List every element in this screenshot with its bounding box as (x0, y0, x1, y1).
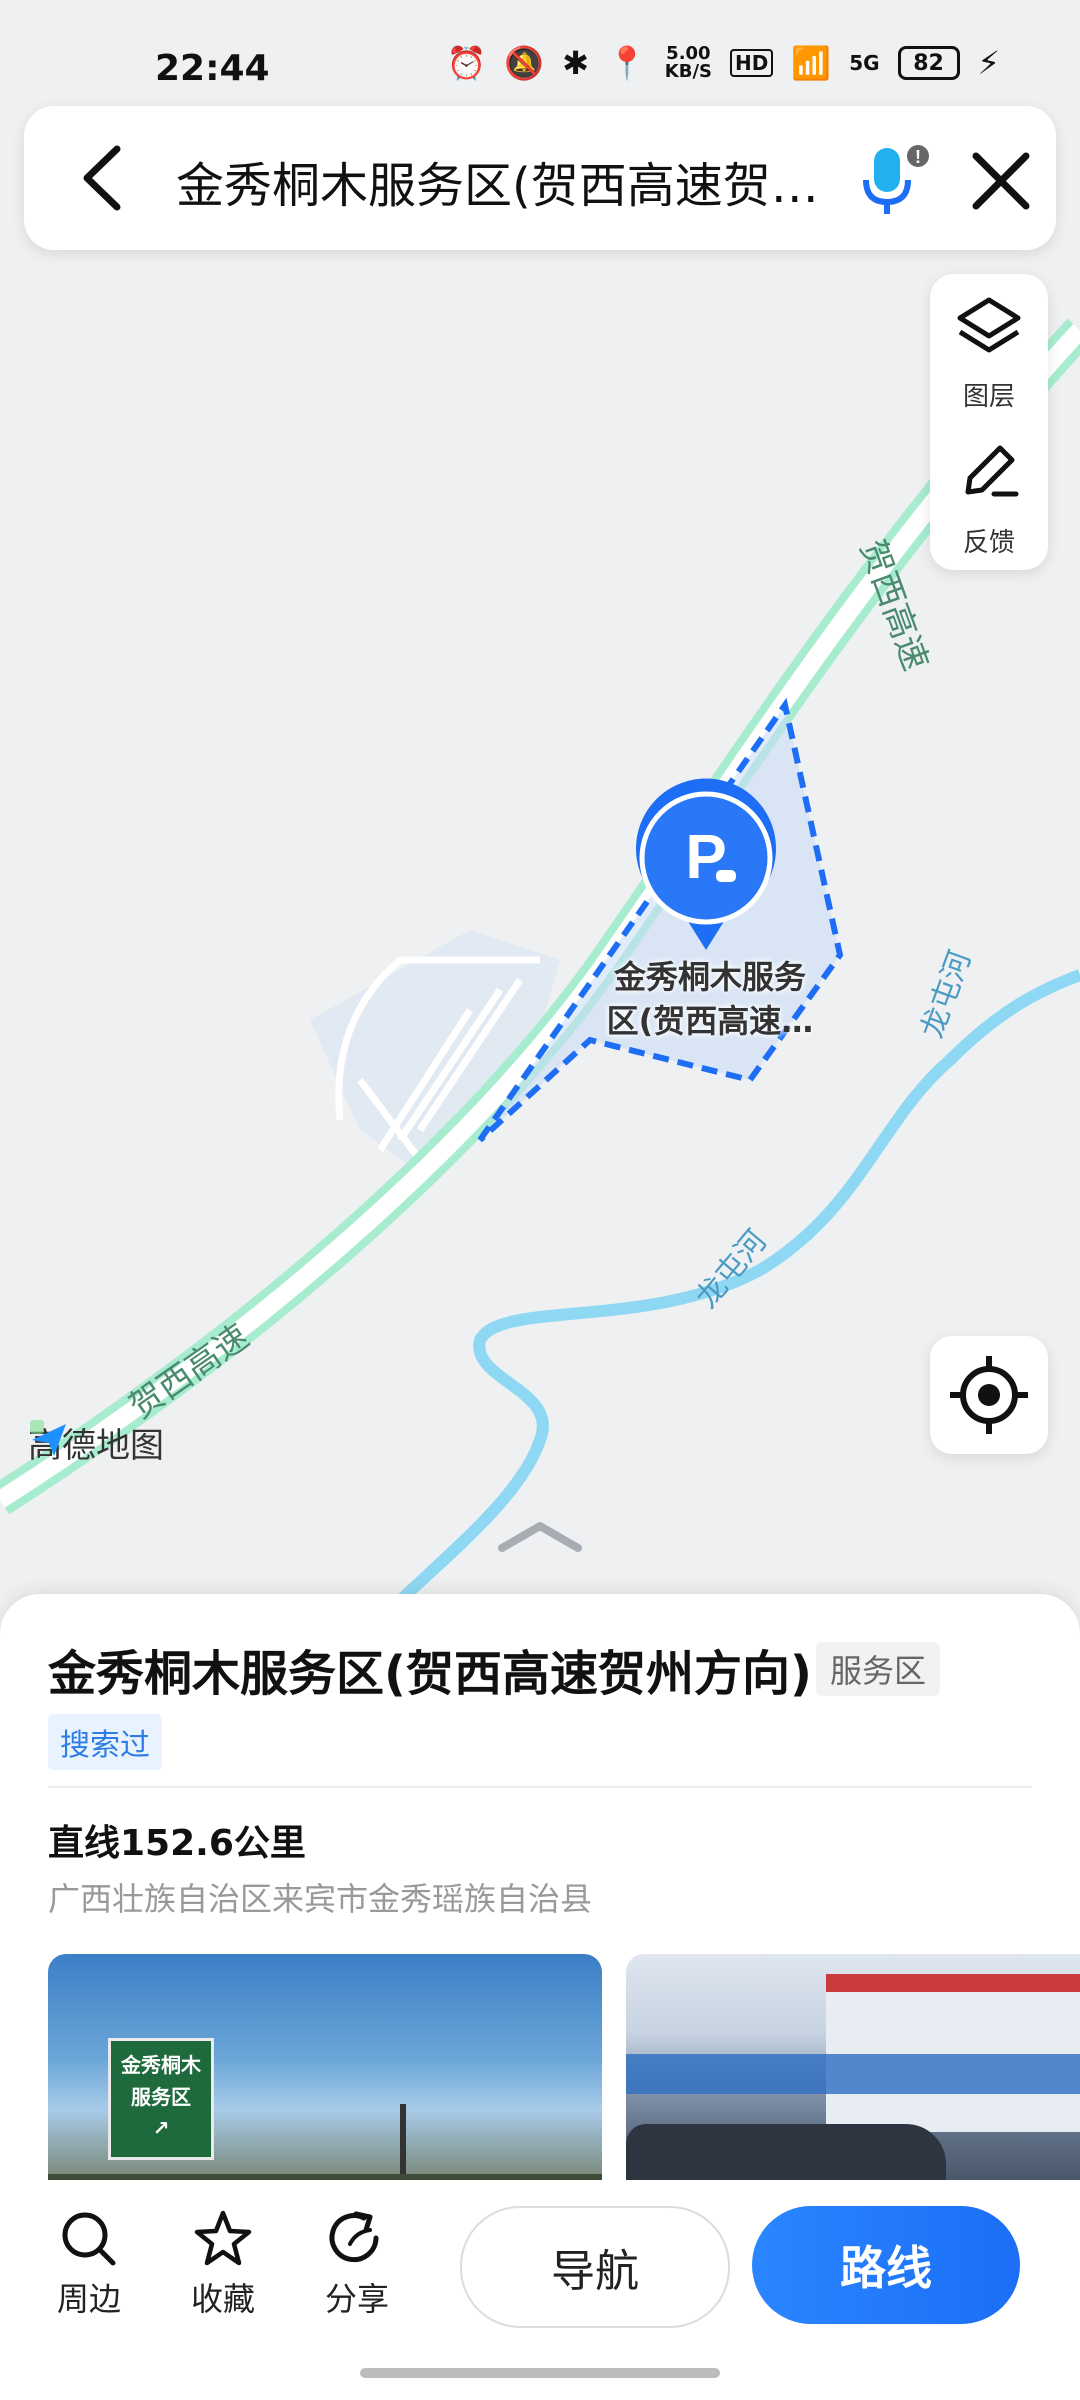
hd-icon: HD (730, 49, 774, 77)
amap-watermark: 高德地图 (28, 1418, 164, 1467)
status-bar: 22:44 ⏰ 🔕 ✱ 📍 5.00 KB/S HD 📶 5G 82 ⚡ (0, 0, 1080, 100)
charging-icon: ⚡ (977, 44, 1000, 82)
location-icon: 📍 (606, 44, 647, 82)
poi-map-label-line1: 金秀桐木服务 (613, 958, 806, 996)
close-icon (972, 152, 1030, 210)
nearby-label: 周边 (56, 2280, 121, 2318)
photo-building (826, 1974, 1080, 2132)
crosshair-icon (950, 1356, 1028, 1434)
layers-button[interactable]: 图层 (930, 284, 1048, 424)
status-time: 22:44 (155, 48, 270, 89)
microphone-icon: ! (863, 145, 929, 214)
river-label-2: 龙屯河 (915, 946, 979, 1043)
layers-icon (957, 297, 1021, 353)
signal-label: 5G (849, 51, 880, 75)
route-button[interactable]: 路线 (752, 2206, 1020, 2324)
place-photo-2[interactable] (626, 1954, 1080, 2214)
place-address: 广西壮族自治区来宾市金秀瑶族自治县 (48, 1880, 593, 1918)
photo-canopy (626, 2054, 1080, 2094)
net-speed-unit: KB/S (664, 61, 712, 82)
arrow-up-right-icon: ↗ (152, 2116, 170, 2140)
battery-icon: 82 (897, 46, 960, 80)
photo-road-sign-text: 金秀桐木服务区 (121, 2053, 201, 2109)
map-tools-panel: 图层 反馈 (930, 274, 1048, 570)
highway-outer (0, 318, 1080, 1515)
place-category-tag: 服务区 (816, 1642, 941, 1696)
place-distance: 直线152.6公里 (48, 1823, 306, 1864)
nearby-button[interactable]: 周边 (34, 2204, 144, 2320)
favorite-label: 收藏 (190, 2280, 255, 2318)
status-icons: ⏰ 🔕 ✱ 📍 5.00 KB/S HD 📶 5G 82 ⚡ (446, 44, 1000, 82)
svg-text:!: ! (915, 147, 921, 167)
poi-map-label[interactable]: 金秀桐木服务 区(贺西高速… (590, 955, 830, 1043)
alarm-icon: ⏰ (446, 44, 487, 82)
edit-pencil-icon (965, 445, 1019, 497)
place-photo-1[interactable]: 金秀桐木服务区 ↗ (48, 1954, 602, 2214)
back-arrow-icon (83, 145, 121, 211)
back-button[interactable] (64, 140, 140, 216)
share-label: 分享 (324, 2280, 389, 2318)
feedback-button[interactable]: 反馈 (930, 430, 1048, 570)
share-button[interactable]: 分享 (302, 2204, 412, 2320)
close-button[interactable] (964, 144, 1038, 218)
mute-icon: 🔕 (504, 44, 545, 82)
poi-map-label-line2: 区(贺西高速… (606, 1002, 814, 1040)
divider (48, 1786, 1032, 1788)
bottom-action-bar: 周边 收藏 分享 导航 路线 (0, 2180, 1080, 2400)
search-bar[interactable]: 金秀桐木服务区(贺西高速贺… ! (24, 106, 1056, 250)
poi-boundary (477, 697, 844, 1143)
voice-search-button[interactable]: ! (856, 140, 936, 220)
amap-logo-icon (30, 1420, 66, 1456)
locate-me-button[interactable] (930, 1336, 1048, 1454)
search-query-text[interactable]: 金秀桐木服务区(贺西高速贺… (176, 146, 836, 216)
photo-road-sign: 金秀桐木服务区 ↗ (108, 2038, 214, 2160)
searched-history-badge: 搜索过 (48, 1714, 162, 1770)
home-indicator[interactable] (360, 2368, 720, 2378)
wifi-icon: 📶 (791, 44, 832, 82)
star-icon (194, 2210, 252, 2266)
place-title: 金秀桐木服务区(贺西高速贺州方向) (48, 1646, 812, 1702)
navigate-button[interactable]: 导航 (460, 2206, 730, 2328)
net-speed: 5.00 KB/S (665, 45, 712, 81)
road-label-bottom: 贺西高速 (122, 1317, 256, 1428)
share-icon (329, 2211, 379, 2263)
feedback-label: 反馈 (962, 528, 1015, 558)
favorite-button[interactable]: 收藏 (168, 2204, 278, 2320)
search-icon (62, 2212, 116, 2266)
layers-label: 图层 (962, 382, 1015, 412)
bluetooth-icon: ✱ (562, 44, 589, 82)
chevron-up-icon (498, 1522, 582, 1552)
